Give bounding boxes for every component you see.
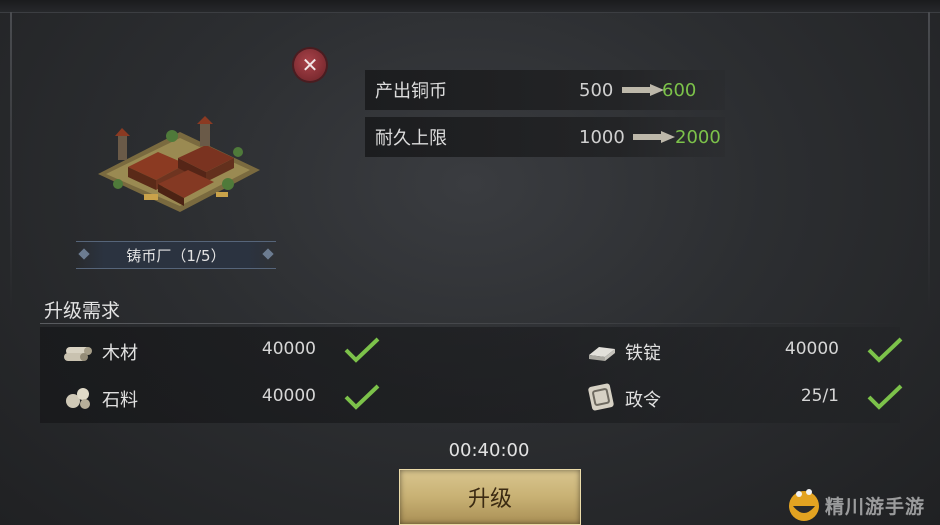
check-icon bbox=[344, 384, 380, 410]
arrow-right-icon bbox=[622, 84, 664, 96]
plate-ornament bbox=[78, 248, 90, 260]
stone-icon bbox=[66, 388, 90, 409]
iron-ingot-icon bbox=[589, 347, 615, 361]
requirement-name: 石料 bbox=[102, 390, 138, 411]
upgrade-timer: 00:40:00 bbox=[448, 440, 530, 461]
requirement-name: 木材 bbox=[102, 343, 138, 364]
watermark: 精川游手游 bbox=[785, 484, 940, 525]
top-frame bbox=[0, 0, 940, 13]
requirement-value: 40000 bbox=[784, 339, 839, 359]
frame-border-left bbox=[10, 12, 12, 312]
requirement-name: 铁锭 bbox=[625, 343, 661, 364]
requirements-title: 升级需求 bbox=[44, 300, 121, 322]
stat-next-value: 2000 bbox=[675, 126, 721, 148]
check-icon bbox=[867, 337, 903, 363]
upgrade-button[interactable]: 升级 bbox=[399, 469, 581, 525]
building-name-plate: 铸币厂（1/5） bbox=[76, 241, 276, 269]
decree-icon bbox=[588, 383, 614, 411]
stat-next-value: 600 bbox=[662, 79, 697, 101]
requirement-value: 40000 bbox=[261, 386, 316, 406]
mint-building-image bbox=[98, 116, 260, 212]
stat-current-value: 1000 bbox=[579, 126, 625, 148]
requirement-decree: 政令 25/1 bbox=[585, 382, 905, 412]
requirement-wood: 木材 40000 bbox=[62, 335, 382, 365]
requirement-value: 40000 bbox=[261, 339, 316, 359]
requirement-value: 25/1 bbox=[800, 386, 839, 406]
plate-ornament bbox=[262, 248, 274, 260]
check-icon bbox=[867, 384, 903, 410]
check-icon bbox=[344, 337, 380, 363]
close-icon: ✕ bbox=[301, 53, 319, 77]
arrow-right-icon bbox=[633, 131, 675, 143]
watermark-logo bbox=[789, 489, 819, 521]
frame-border-right bbox=[928, 12, 930, 312]
stat-row-durability: 耐久上限 1000 2000 bbox=[365, 117, 725, 157]
stat-label: 产出铜币 bbox=[375, 81, 447, 102]
requirement-stone: 石料 40000 bbox=[62, 382, 382, 412]
stat-current-value: 500 bbox=[579, 79, 614, 101]
stat-row-copper-output: 产出铜币 500 600 bbox=[365, 70, 725, 110]
requirement-name: 政令 bbox=[625, 390, 661, 411]
close-button[interactable]: ✕ bbox=[294, 49, 326, 81]
building-name: 铸币厂（1/5） bbox=[126, 246, 226, 265]
watermark-text: 精川游手游 bbox=[825, 496, 926, 518]
divider bbox=[40, 323, 900, 324]
requirement-iron-ingot: 铁锭 40000 bbox=[585, 335, 905, 365]
stat-label: 耐久上限 bbox=[375, 128, 447, 149]
wood-icon bbox=[64, 347, 92, 361]
